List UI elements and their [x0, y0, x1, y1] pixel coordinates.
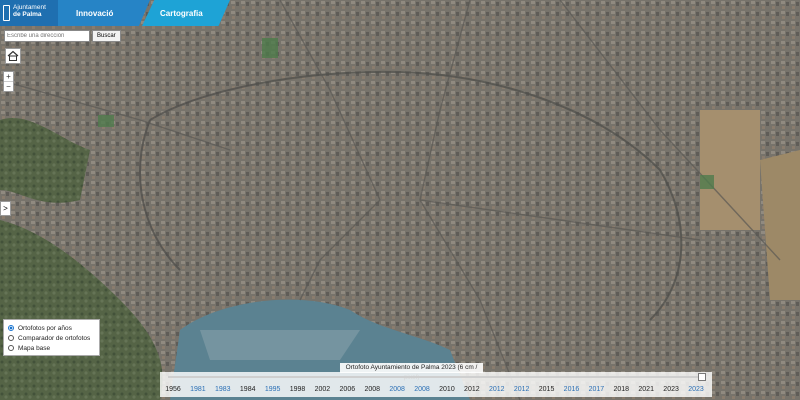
zoom-out-button[interactable]: −: [4, 82, 13, 91]
timeline-year-2008[interactable]: 2008: [414, 386, 430, 393]
timeline-year-1983[interactable]: 1983: [215, 386, 231, 393]
timeline-year-1981[interactable]: 1981: [190, 386, 206, 393]
timeline-year-2006[interactable]: 2006: [340, 386, 356, 393]
timeline-year-1995[interactable]: 1995: [265, 386, 281, 393]
crest-icon: [3, 5, 10, 21]
tab-cartografia[interactable]: Cartografia: [142, 0, 230, 26]
timeline-year-2015[interactable]: 2015: [539, 386, 555, 393]
timeline-track[interactable]: [168, 376, 704, 378]
search-input[interactable]: [4, 30, 90, 42]
timeline-year-2016[interactable]: 2016: [564, 386, 580, 393]
radio-icon[interactable]: [8, 345, 14, 351]
layer-option-mapa-base[interactable]: Mapa base: [8, 343, 95, 353]
layer-selector: Ortofotos por años Comparador de ortofot…: [3, 319, 100, 356]
timeline-year-2010[interactable]: 2010: [439, 386, 455, 393]
home-button[interactable]: [5, 48, 21, 64]
aerial-imagery: [0, 0, 800, 400]
layer-option-label: Comparador de ortofotos: [18, 334, 91, 342]
aerial-map[interactable]: [0, 0, 800, 400]
open-field: [700, 110, 760, 230]
tab-innovacio[interactable]: Innovació: [58, 0, 150, 26]
timeline-year-2021[interactable]: 2021: [638, 386, 654, 393]
timeline-slider-handle[interactable]: [698, 373, 706, 381]
radio-icon[interactable]: [8, 335, 14, 341]
timeline-year-1998[interactable]: 1998: [290, 386, 306, 393]
layer-option-label: Mapa base: [18, 344, 51, 352]
sidebar-toggle-button[interactable]: >: [0, 201, 11, 216]
timeline-year-2012[interactable]: 2012: [489, 386, 505, 393]
timeline-year-2008[interactable]: 2008: [389, 386, 405, 393]
top-bar: Ajuntament de Palma Innovació Cartografi…: [0, 0, 230, 26]
zoom-control: + −: [3, 71, 14, 92]
timeline-year-2023[interactable]: 2023: [663, 386, 679, 393]
timeline-year-1984[interactable]: 1984: [240, 386, 256, 393]
brand-line1: Ajuntament: [13, 4, 46, 11]
timeline-year-2023[interactable]: 2023: [688, 386, 704, 393]
sports-field-east: [700, 175, 714, 189]
brand-name: Ajuntament de Palma: [13, 4, 58, 18]
layer-option-label: Ortofotos por años: [18, 324, 72, 332]
timeline-year-2012[interactable]: 2012: [464, 386, 480, 393]
timeline-year-2008[interactable]: 2008: [364, 386, 380, 393]
timeline-year-2012[interactable]: 2012: [514, 386, 530, 393]
timeline-year-1956[interactable]: 1956: [165, 386, 181, 393]
layer-option-comparador[interactable]: Comparador de ortofotos: [8, 333, 95, 343]
timeline-year-2018[interactable]: 2018: [613, 386, 629, 393]
timeline-year-2017[interactable]: 2017: [589, 386, 605, 393]
sports-field: [262, 38, 278, 58]
brand-line2: de Palma: [13, 11, 42, 18]
home-extent-icon: [7, 50, 19, 61]
sports-field-west: [98, 115, 114, 127]
zoom-in-button[interactable]: +: [4, 72, 13, 82]
search-button[interactable]: Buscar: [92, 30, 121, 42]
radio-selected-icon[interactable]: [8, 325, 14, 331]
layer-option-ortofotos[interactable]: Ortofotos por años: [8, 323, 95, 333]
brand-logo[interactable]: Ajuntament de Palma: [0, 0, 58, 26]
address-search: Buscar: [4, 30, 121, 42]
timeline-year-2002[interactable]: 2002: [315, 386, 331, 393]
year-timeline[interactable]: 1956 1981 1983 1984 1995 1998 2002 2006 2008 2008…: [160, 372, 712, 397]
